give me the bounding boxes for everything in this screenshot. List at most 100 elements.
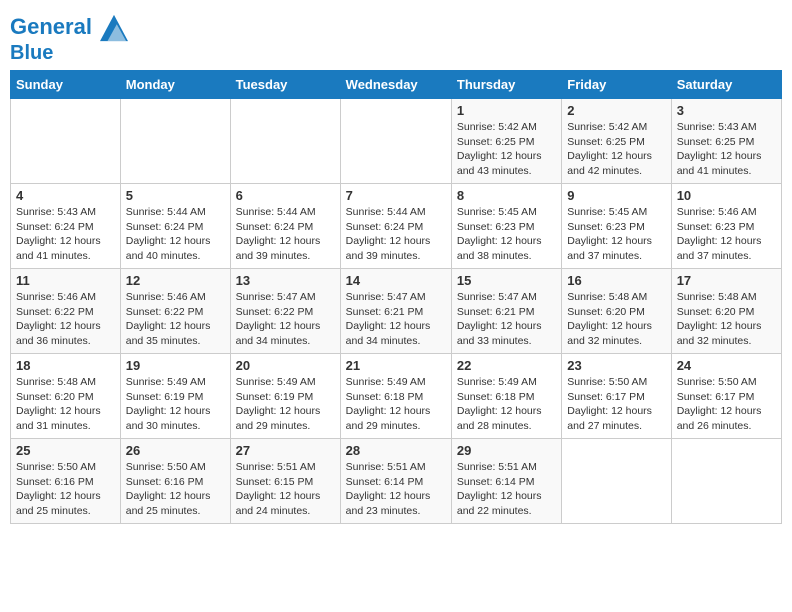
- logo-blue: Blue: [10, 42, 128, 64]
- day-info: Sunrise: 5:44 AMSunset: 6:24 PMDaylight:…: [126, 205, 225, 264]
- day-number: 8: [457, 188, 556, 203]
- header-wednesday: Wednesday: [340, 71, 451, 99]
- week-row-5: 25 Sunrise: 5:50 AMSunset: 6:16 PMDayligh…: [11, 439, 782, 524]
- day-info: Sunrise: 5:50 AMSunset: 6:17 PMDaylight:…: [567, 375, 665, 434]
- day-info: Sunrise: 5:45 AMSunset: 6:23 PMDaylight:…: [567, 205, 665, 264]
- day-info: Sunrise: 5:44 AMSunset: 6:24 PMDaylight:…: [346, 205, 446, 264]
- day-info: Sunrise: 5:48 AMSunset: 6:20 PMDaylight:…: [677, 290, 776, 349]
- day-number: 4: [16, 188, 115, 203]
- header-monday: Monday: [120, 71, 230, 99]
- day-number: 1: [457, 103, 556, 118]
- header: General Blue: [10, 10, 782, 64]
- day-info: Sunrise: 5:42 AMSunset: 6:25 PMDaylight:…: [457, 120, 556, 179]
- day-cell: 13 Sunrise: 5:47 AMSunset: 6:22 PMDayligh…: [230, 269, 340, 354]
- day-number: 18: [16, 358, 115, 373]
- day-cell: [671, 439, 781, 524]
- day-info: Sunrise: 5:51 AMSunset: 6:14 PMDaylight:…: [457, 460, 556, 519]
- day-cell: 8 Sunrise: 5:45 AMSunset: 6:23 PMDaylight…: [451, 184, 561, 269]
- day-info: Sunrise: 5:47 AMSunset: 6:21 PMDaylight:…: [346, 290, 446, 349]
- day-cell: 4 Sunrise: 5:43 AMSunset: 6:24 PMDaylight…: [11, 184, 121, 269]
- day-number: 5: [126, 188, 225, 203]
- day-info: Sunrise: 5:51 AMSunset: 6:14 PMDaylight:…: [346, 460, 446, 519]
- day-cell: 15 Sunrise: 5:47 AMSunset: 6:21 PMDayligh…: [451, 269, 561, 354]
- header-thursday: Thursday: [451, 71, 561, 99]
- day-cell: [340, 99, 451, 184]
- day-number: 11: [16, 273, 115, 288]
- day-cell: 24 Sunrise: 5:50 AMSunset: 6:17 PMDayligh…: [671, 354, 781, 439]
- day-info: Sunrise: 5:42 AMSunset: 6:25 PMDaylight:…: [567, 120, 665, 179]
- day-info: Sunrise: 5:49 AMSunset: 6:19 PMDaylight:…: [126, 375, 225, 434]
- day-info: Sunrise: 5:47 AMSunset: 6:22 PMDaylight:…: [236, 290, 335, 349]
- day-info: Sunrise: 5:45 AMSunset: 6:23 PMDaylight:…: [457, 205, 556, 264]
- week-row-4: 18Sunrise: 5:48 AMSunset: 6:20 PMDayligh…: [11, 354, 782, 439]
- day-cell: 26 Sunrise: 5:50 AMSunset: 6:16 PMDayligh…: [120, 439, 230, 524]
- day-number: 22: [457, 358, 556, 373]
- day-cell: 5 Sunrise: 5:44 AMSunset: 6:24 PMDaylight…: [120, 184, 230, 269]
- day-cell: 22 Sunrise: 5:49 AMSunset: 6:18 PMDayligh…: [451, 354, 561, 439]
- calendar-table: SundayMondayTuesdayWednesdayThursdayFrid…: [10, 70, 782, 524]
- day-number: 21: [346, 358, 446, 373]
- day-info: Sunrise: 5:46 AMSunset: 6:22 PMDaylight:…: [16, 290, 115, 349]
- day-info: Sunrise: 5:49 AMSunset: 6:19 PMDaylight:…: [236, 375, 335, 434]
- day-info: Sunrise: 5:48 AMSunset: 6:20 PMDaylight:…: [567, 290, 665, 349]
- day-cell: 3Sunrise: 5:43 AMSunset: 6:25 PMDaylight…: [671, 99, 781, 184]
- day-cell: [120, 99, 230, 184]
- day-number: 6: [236, 188, 335, 203]
- day-cell: 19 Sunrise: 5:49 AMSunset: 6:19 PMDayligh…: [120, 354, 230, 439]
- day-cell: 11 Sunrise: 5:46 AMSunset: 6:22 PMDayligh…: [11, 269, 121, 354]
- logo-icon: [100, 14, 128, 42]
- day-info: Sunrise: 5:50 AMSunset: 6:17 PMDaylight:…: [677, 375, 776, 434]
- day-number: 12: [126, 273, 225, 288]
- day-cell: [11, 99, 121, 184]
- day-cell: 18Sunrise: 5:48 AMSunset: 6:20 PMDayligh…: [11, 354, 121, 439]
- day-cell: 2 Sunrise: 5:42 AMSunset: 6:25 PMDaylight…: [562, 99, 671, 184]
- day-info: Sunrise: 5:51 AMSunset: 6:15 PMDaylight:…: [236, 460, 335, 519]
- day-number: 10: [677, 188, 776, 203]
- day-info: Sunrise: 5:46 AMSunset: 6:23 PMDaylight:…: [677, 205, 776, 264]
- week-row-3: 11 Sunrise: 5:46 AMSunset: 6:22 PMDayligh…: [11, 269, 782, 354]
- day-number: 7: [346, 188, 446, 203]
- day-info: Sunrise: 5:50 AMSunset: 6:16 PMDaylight:…: [16, 460, 115, 519]
- day-number: 29: [457, 443, 556, 458]
- logo-general: General: [10, 14, 92, 39]
- day-number: 17: [677, 273, 776, 288]
- day-cell: [562, 439, 671, 524]
- logo-text: General: [10, 14, 128, 42]
- day-number: 15: [457, 273, 556, 288]
- day-info: Sunrise: 5:47 AMSunset: 6:21 PMDaylight:…: [457, 290, 556, 349]
- day-info: Sunrise: 5:49 AMSunset: 6:18 PMDaylight:…: [457, 375, 556, 434]
- day-cell: [230, 99, 340, 184]
- day-number: 2: [567, 103, 665, 118]
- day-cell: 17 Sunrise: 5:48 AMSunset: 6:20 PMDayligh…: [671, 269, 781, 354]
- day-number: 24: [677, 358, 776, 373]
- day-number: 27: [236, 443, 335, 458]
- day-cell: 14Sunrise: 5:47 AMSunset: 6:21 PMDayligh…: [340, 269, 451, 354]
- day-info: Sunrise: 5:43 AMSunset: 6:24 PMDaylight:…: [16, 205, 115, 264]
- day-cell: 7 Sunrise: 5:44 AMSunset: 6:24 PMDaylight…: [340, 184, 451, 269]
- day-cell: 27 Sunrise: 5:51 AMSunset: 6:15 PMDayligh…: [230, 439, 340, 524]
- day-cell: 9 Sunrise: 5:45 AMSunset: 6:23 PMDaylight…: [562, 184, 671, 269]
- day-info: Sunrise: 5:44 AMSunset: 6:24 PMDaylight:…: [236, 205, 335, 264]
- day-number: 26: [126, 443, 225, 458]
- day-number: 23: [567, 358, 665, 373]
- day-number: 16: [567, 273, 665, 288]
- day-number: 20: [236, 358, 335, 373]
- day-cell: 20 Sunrise: 5:49 AMSunset: 6:19 PMDayligh…: [230, 354, 340, 439]
- day-number: 25: [16, 443, 115, 458]
- day-cell: 29 Sunrise: 5:51 AMSunset: 6:14 PMDayligh…: [451, 439, 561, 524]
- day-info: Sunrise: 5:49 AMSunset: 6:18 PMDaylight:…: [346, 375, 446, 434]
- day-cell: 10 Sunrise: 5:46 AMSunset: 6:23 PMDayligh…: [671, 184, 781, 269]
- day-cell: 21 Sunrise: 5:49 AMSunset: 6:18 PMDayligh…: [340, 354, 451, 439]
- day-info: Sunrise: 5:50 AMSunset: 6:16 PMDaylight:…: [126, 460, 225, 519]
- day-number: 3: [677, 103, 776, 118]
- day-cell: 6 Sunrise: 5:44 AMSunset: 6:24 PMDaylight…: [230, 184, 340, 269]
- day-number: 13: [236, 273, 335, 288]
- week-row-1: 1 Sunrise: 5:42 AMSunset: 6:25 PMDaylight…: [11, 99, 782, 184]
- day-cell: 1 Sunrise: 5:42 AMSunset: 6:25 PMDaylight…: [451, 99, 561, 184]
- calendar-header-row: SundayMondayTuesdayWednesdayThursdayFrid…: [11, 71, 782, 99]
- day-number: 19: [126, 358, 225, 373]
- week-row-2: 4 Sunrise: 5:43 AMSunset: 6:24 PMDaylight…: [11, 184, 782, 269]
- header-sunday: Sunday: [11, 71, 121, 99]
- header-tuesday: Tuesday: [230, 71, 340, 99]
- day-number: 9: [567, 188, 665, 203]
